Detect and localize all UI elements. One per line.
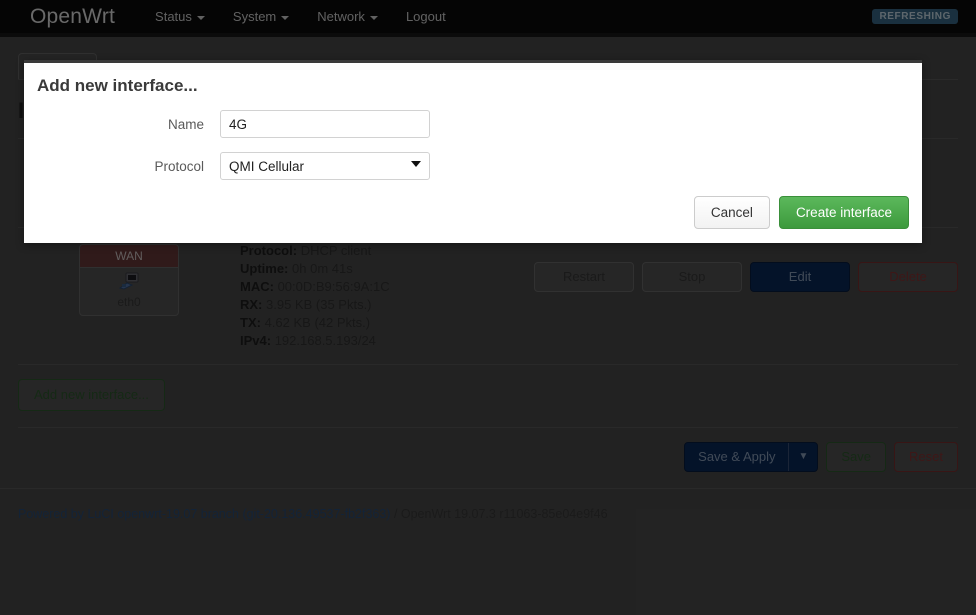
stop-button[interactable]: Stop [642,262,742,292]
footer: Powered by LuCI openwrt-19.07 branch (gi… [0,489,976,521]
table-row: WAN eth0 Protocol: DHCP clie [18,228,958,364]
protocol-select[interactable]: QMI Cellular [220,152,430,180]
info-value: 3.95 KB (35 Pkts.) [266,297,372,312]
info-line: Uptime: 0h 0m 41s [240,260,534,278]
iface-device-label: eth0 [80,295,178,309]
add-interface-row: Add new interface... [18,365,958,427]
info-key: MAC: [240,279,274,294]
info-value: DHCP client [301,243,372,258]
save-button[interactable]: Save [826,442,886,472]
info-line: TX: 4.62 KB (42 Pkts.) [240,314,534,332]
edit-button[interactable]: Edit [750,262,850,292]
modal-title: Add new interface... [24,63,922,96]
form-row-name: Name [24,110,922,138]
nav-item-system-label: System [233,9,276,24]
modal-actions: Cancel Create interface [694,196,909,229]
iface-badge-wan[interactable]: WAN eth0 [79,244,179,316]
info-value: 4.62 KB (42 Pkts.) [265,315,371,330]
status-badge[interactable]: REFRESHING [872,9,958,24]
info-line: MAC: 00:0D:B9:56:9A:1C [240,278,534,296]
restart-button[interactable]: Restart [534,262,634,292]
add-interface-modal: Add new interface... Name Protocol QMI C… [24,60,922,243]
info-key: IPv4: [240,333,271,348]
nav-item-status-label: Status [155,9,192,24]
form-row-protocol: Protocol QMI Cellular [24,152,922,180]
iface-info-wan: Protocol: DHCP client Uptime: 0h 0m 41s … [240,240,534,350]
info-line: IPv4: 192.168.5.193/24 [240,332,534,350]
nav-item-network[interactable]: Network [303,0,392,33]
openwrt-version-text: / OpenWrt 19.07.3 r11063-85e04e9f46 [390,507,607,521]
protocol-label: Protocol [24,159,220,174]
nav-item-system[interactable]: System [219,0,303,33]
name-label: Name [24,117,220,132]
cancel-button[interactable]: Cancel [694,196,770,229]
create-interface-button[interactable]: Create interface [779,196,909,229]
save-apply-split-button[interactable]: Save & Apply ▼ [684,442,818,472]
info-value: 0h 0m 41s [292,261,353,276]
save-apply-dropdown-icon[interactable]: ▼ [789,443,817,471]
chevron-down-icon [281,16,289,20]
chevron-down-icon [197,16,205,20]
nav-item-network-label: Network [317,9,365,24]
nav-item-logout[interactable]: Logout [392,0,460,33]
iface-badge-cell: WAN eth0 [18,240,240,316]
info-line: Protocol: DHCP client [240,242,534,260]
info-value: 192.168.5.193/24 [275,333,376,348]
delete-button[interactable]: Delete [858,262,958,292]
info-key: TX: [240,315,261,330]
navbar-underline [0,33,976,37]
info-value: 00:0D:B9:56:9A:1C [278,279,390,294]
chevron-down-icon [370,16,378,20]
info-key: RX: [240,297,262,312]
iface-actions-wan: Restart Stop Edit Delete [534,240,958,292]
ethernet-icon [118,272,140,291]
top-navbar: OpenWrt Status System Network Logout REF… [0,0,976,33]
iface-badge-body: eth0 [80,268,178,315]
brand-logo[interactable]: OpenWrt [12,5,115,29]
iface-badge-name: WAN [80,245,178,268]
nav-item-status[interactable]: Status [141,0,219,33]
protocol-select-wrap: QMI Cellular [220,152,430,180]
name-input[interactable] [220,110,430,138]
info-key: Protocol: [240,243,297,258]
footer-action-bar: Save & Apply ▼ Save Reset [18,428,958,488]
info-line: RX: 3.95 KB (35 Pkts.) [240,296,534,314]
reset-button[interactable]: Reset [894,442,958,472]
info-key: Uptime: [240,261,288,276]
add-new-interface-button[interactable]: Add new interface... [18,379,165,411]
save-apply-button[interactable]: Save & Apply [685,443,788,471]
luci-version-link[interactable]: Powered by LuCI openwrt-19.07 branch (gi… [18,507,390,521]
nav-menu: Status System Network Logout [141,0,460,33]
